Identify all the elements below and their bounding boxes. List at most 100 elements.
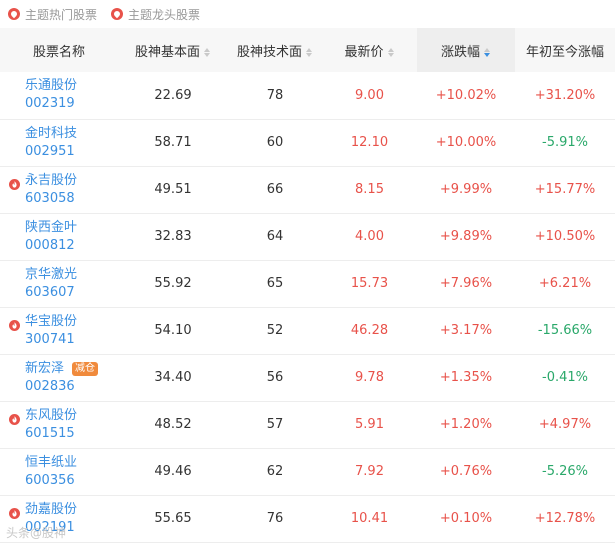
stock-name[interactable]: 乐通股份 bbox=[25, 78, 77, 93]
stock-code[interactable]: 000812 bbox=[25, 237, 117, 255]
ytd-change: +6.21% bbox=[538, 276, 592, 291]
tab-leader-stocks[interactable]: 主题龙头股票 bbox=[111, 6, 200, 23]
ytd-change: +12.78% bbox=[534, 511, 596, 526]
change-percent: +9.99% bbox=[439, 182, 493, 197]
fundamental-score: 58.71 bbox=[154, 135, 192, 150]
sort-icon bbox=[387, 47, 395, 58]
stock-name[interactable]: 金时科技 bbox=[25, 126, 77, 141]
latest-price: 12.10 bbox=[350, 135, 389, 150]
technical-score: 64 bbox=[266, 229, 284, 244]
fundamental-score: 48.52 bbox=[154, 417, 192, 432]
sort-icon bbox=[204, 47, 211, 58]
table-row[interactable]: 华宝股份 300741 54.10 52 46.28 +3.17% -15.66% bbox=[0, 307, 615, 354]
change-percent: +9.89% bbox=[439, 229, 493, 244]
tab-hot-stocks[interactable]: 主题热门股票 bbox=[8, 6, 97, 23]
stock-name[interactable]: 陕西金叶 bbox=[25, 220, 77, 235]
stock-code[interactable]: 601515 bbox=[25, 425, 117, 443]
ytd-change: -0.41% bbox=[542, 370, 588, 385]
latest-price: 15.73 bbox=[350, 276, 389, 291]
ytd-change: -5.26% bbox=[542, 464, 588, 479]
table-header: 股票名称 股神基本面 股神技术面 最新价 涨跌幅 年初至今涨幅 bbox=[0, 28, 615, 72]
stock-name[interactable]: 劲嘉股份 bbox=[25, 502, 77, 517]
change-percent: +10.02% bbox=[435, 87, 497, 103]
col-header-name: 股票名称 bbox=[32, 44, 85, 60]
ytd-change: +10.50% bbox=[534, 229, 596, 244]
stock-name-cell[interactable]: 乐通股份 002319 bbox=[0, 72, 118, 119]
stock-code[interactable]: 600356 bbox=[25, 472, 117, 490]
stock-table: 股票名称 股神基本面 股神技术面 最新价 涨跌幅 年初至今涨幅 乐通股份 0023… bbox=[0, 28, 615, 543]
table-row[interactable]: 东风股份 601515 48.52 57 5.91 +1.20% +4.97% bbox=[0, 401, 615, 448]
stock-name[interactable]: 京华激光 bbox=[25, 267, 77, 282]
ytd-change: +31.20% bbox=[534, 87, 596, 103]
fundamental-score: 55.65 bbox=[154, 511, 192, 526]
ytd-change: -15.66% bbox=[537, 323, 593, 338]
stock-name[interactable]: 新宏泽 bbox=[25, 361, 64, 376]
latest-price: 7.92 bbox=[355, 464, 384, 479]
col-header-fundamental[interactable]: 股神基本面 bbox=[118, 28, 228, 72]
latest-price: 9.78 bbox=[355, 370, 384, 385]
technical-score: 66 bbox=[266, 182, 284, 197]
ytd-change: -5.91% bbox=[542, 135, 588, 150]
table-row[interactable]: 恒丰纸业 600356 49.46 62 7.92 +0.76% -5.26% bbox=[0, 448, 615, 495]
stock-name-cell[interactable]: 东风股份 601515 bbox=[0, 401, 118, 448]
change-percent: +7.96% bbox=[439, 276, 493, 291]
technical-score: 78 bbox=[266, 87, 284, 103]
ytd-change: +15.77% bbox=[534, 182, 596, 197]
table-row[interactable]: 乐通股份 002319 22.69 78 9.00 +10.02% +31.20% bbox=[0, 72, 615, 119]
table-row[interactable]: 陕西金叶 000812 32.83 64 4.00 +9.89% +10.50% bbox=[0, 213, 615, 260]
table-row[interactable]: 新宏泽 减仓 002836 34.40 56 9.78 +1.35% -0.41% bbox=[0, 354, 615, 401]
col-header-ytd[interactable]: 年初至今涨幅 bbox=[515, 28, 615, 72]
watermark: 头条@股神 bbox=[6, 526, 67, 540]
latest-price: 10.41 bbox=[350, 511, 389, 526]
stock-name-cell[interactable]: 陕西金叶 000812 bbox=[0, 213, 118, 260]
latest-price: 4.00 bbox=[355, 229, 384, 244]
stock-code[interactable]: 300741 bbox=[25, 331, 117, 349]
tab-hot-stocks-label: 主题热门股票 bbox=[25, 7, 98, 22]
change-percent: +0.76% bbox=[439, 464, 493, 479]
stock-code[interactable]: 002951 bbox=[25, 143, 117, 161]
stock-name-cell[interactable]: 永吉股份 603058 bbox=[0, 166, 118, 213]
stock-name-cell[interactable]: 恒丰纸业 600356 bbox=[0, 448, 118, 495]
reduce-position-badge: 减仓 bbox=[72, 361, 99, 376]
table-row[interactable]: 京华激光 603607 55.92 65 15.73 +7.96% +6.21% bbox=[0, 260, 615, 307]
tab-leader-stocks-label: 主题龙头股票 bbox=[128, 7, 201, 22]
stock-name[interactable]: 华宝股份 bbox=[25, 314, 77, 329]
stock-name[interactable]: 恒丰纸业 bbox=[25, 455, 77, 470]
stock-name-cell[interactable]: 新宏泽 减仓 002836 bbox=[0, 354, 118, 401]
change-percent: +0.10% bbox=[439, 511, 493, 526]
stock-name[interactable]: 东风股份 bbox=[25, 408, 77, 423]
col-header-technical[interactable]: 股神技术面 bbox=[228, 28, 322, 72]
ytd-change: +4.97% bbox=[538, 417, 592, 432]
fire-icon bbox=[9, 319, 20, 331]
stock-name-cell[interactable]: 金时科技 002951 bbox=[0, 119, 118, 166]
technical-score: 76 bbox=[266, 511, 284, 526]
stock-name[interactable]: 永吉股份 bbox=[25, 173, 77, 188]
fundamental-score: 22.69 bbox=[154, 87, 192, 103]
fundamental-score: 49.51 bbox=[154, 182, 192, 197]
latest-price: 5.91 bbox=[355, 417, 384, 432]
fire-icon bbox=[9, 507, 20, 519]
fundamental-score: 54.10 bbox=[154, 323, 192, 338]
table-row[interactable]: 永吉股份 603058 49.51 66 8.15 +9.99% +15.77% bbox=[0, 166, 615, 213]
technical-score: 60 bbox=[266, 135, 284, 150]
stock-code[interactable]: 603607 bbox=[25, 284, 117, 302]
change-percent: +1.20% bbox=[439, 417, 493, 432]
table-row[interactable]: 劲嘉股份 002191 55.65 76 10.41 +0.10% +12.78% bbox=[0, 495, 615, 542]
table-row[interactable]: 金时科技 002951 58.71 60 12.10 +10.00% -5.91% bbox=[0, 119, 615, 166]
technical-score: 56 bbox=[266, 370, 284, 385]
stock-code[interactable]: 002836 bbox=[25, 378, 117, 396]
technical-score: 52 bbox=[266, 323, 284, 338]
theme-tabs: 主题热门股票 主题龙头股票 bbox=[0, 0, 615, 28]
fundamental-score: 32.83 bbox=[154, 229, 192, 244]
technical-score: 57 bbox=[266, 417, 284, 432]
technical-score: 62 bbox=[266, 464, 284, 479]
change-percent: +3.17% bbox=[439, 323, 493, 338]
stock-code[interactable]: 603058 bbox=[25, 190, 117, 208]
fundamental-score: 34.40 bbox=[154, 370, 192, 385]
col-header-price[interactable]: 最新价 bbox=[322, 28, 417, 72]
stock-code[interactable]: 002319 bbox=[25, 95, 117, 113]
stock-name-cell[interactable]: 华宝股份 300741 bbox=[0, 307, 118, 354]
fundamental-score: 55.92 bbox=[154, 276, 192, 291]
col-header-change[interactable]: 涨跌幅 bbox=[417, 28, 515, 72]
stock-name-cell[interactable]: 京华激光 603607 bbox=[0, 260, 118, 307]
